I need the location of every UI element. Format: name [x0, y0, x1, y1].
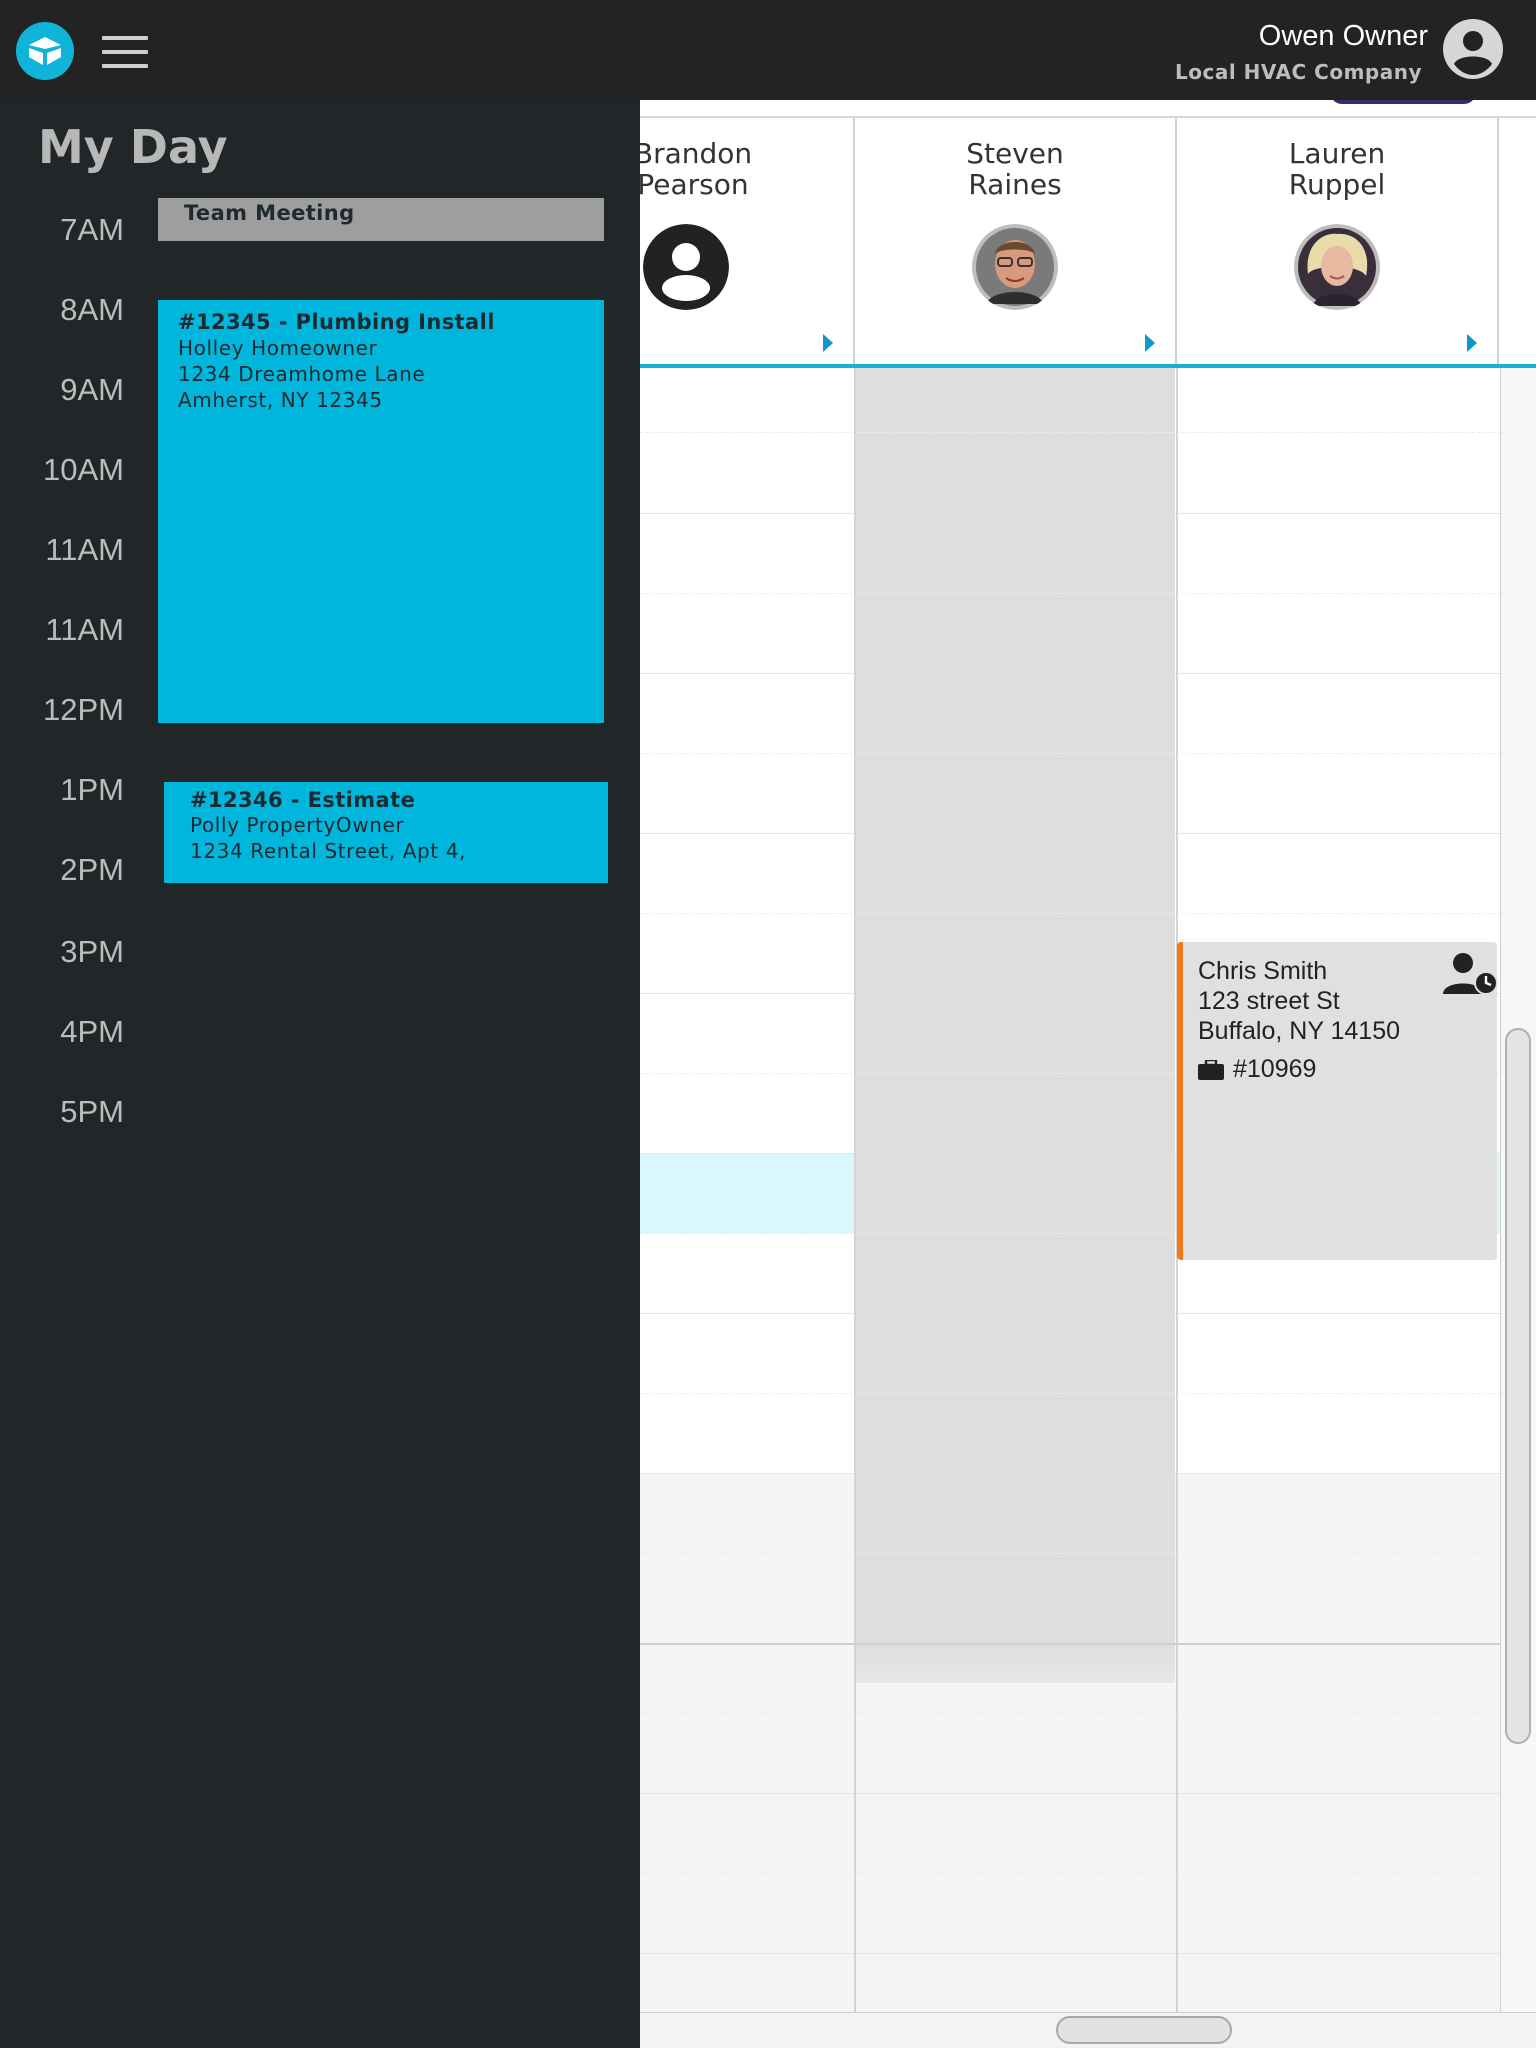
grid-line — [640, 1473, 1500, 1474]
grid-line — [640, 513, 1500, 514]
briefcase-icon — [1198, 1060, 1224, 1080]
event-address: 1234 Rental Street, Apt 4, — [190, 839, 466, 863]
user-name[interactable]: Owen Owner — [1259, 20, 1428, 53]
time-label: 7AM — [60, 212, 124, 247]
event-title: #12345 - Plumbing Install — [178, 310, 495, 334]
time-label: 8AM — [60, 292, 124, 327]
event-customer: Holley Homeowner — [178, 336, 378, 360]
time-label: 9AM — [60, 372, 124, 407]
grid-line — [640, 673, 1500, 674]
technician-photo-lauren — [1294, 224, 1380, 310]
time-label: 10AM — [43, 452, 124, 487]
company-name: Local HVAC Company — [1175, 60, 1422, 84]
vertical-scrollbar-thumb[interactable] — [1505, 1028, 1531, 1744]
time-label: 12PM — [43, 692, 124, 727]
unavailable-fade — [855, 1643, 1175, 1683]
header-action-pill[interactable] — [1330, 100, 1476, 104]
event-plumbing-install[interactable]: #12345 - Plumbing Install Holley Homeown… — [158, 300, 604, 723]
time-label: 11AM — [45, 532, 124, 567]
event-city: Amherst, NY 12345 — [178, 388, 383, 412]
appointment-job-number: #10969 — [1233, 1055, 1317, 1083]
technician-column-lauren[interactable]: Lauren Ruppel — [1177, 118, 1499, 368]
time-grid: Chris Smith 123 street St Buffalo, NY 14… — [640, 368, 1536, 2048]
dispatch-schedule: Brandon Pearson Steven Raines Lauren Rup… — [640, 100, 1536, 2048]
panel-title: My Day — [38, 120, 228, 174]
grid-line — [640, 593, 1500, 594]
unavailable-block-steven — [855, 368, 1175, 1643]
time-label: 5PM — [60, 1094, 124, 1129]
appointment-street: 123 street St — [1198, 987, 1340, 1015]
hamburger-menu-icon[interactable] — [102, 34, 150, 70]
time-label: 2PM — [60, 852, 124, 887]
technician-header-row: Brandon Pearson Steven Raines Lauren Rup… — [640, 116, 1536, 368]
grid-line — [640, 1313, 1500, 1314]
column-expand-arrow-icon[interactable] — [1145, 334, 1155, 352]
technician-column-brandon[interactable]: Brandon Pearson — [640, 118, 855, 368]
grid-line — [640, 1793, 1500, 1794]
grid-line — [640, 1713, 1500, 1714]
event-title: #12346 - Estimate — [190, 788, 416, 812]
grid-line — [640, 1393, 1500, 1394]
technician-name: Steven Raines — [966, 137, 1064, 201]
person-clock-icon[interactable] — [1443, 952, 1499, 996]
grid-line — [640, 432, 1500, 433]
time-label: 1PM — [60, 772, 124, 807]
schedule-section-divider — [640, 1643, 1536, 1645]
brand-logo-icon[interactable] — [16, 22, 74, 80]
time-label: 11AM — [45, 612, 124, 647]
technician-column-steven[interactable]: Steven Raines — [855, 118, 1177, 368]
event-team-meeting[interactable]: Team Meeting — [158, 198, 604, 241]
grid-line — [640, 753, 1500, 754]
technician-name: Lauren Ruppel — [1288, 137, 1386, 201]
column-expand-arrow-icon[interactable] — [823, 334, 833, 352]
time-label: 4PM — [60, 1014, 124, 1049]
time-label: 3PM — [60, 934, 124, 969]
grid-line — [640, 913, 1500, 914]
horizontal-scrollbar-thumb[interactable] — [1056, 2016, 1232, 2044]
default-user-icon — [643, 224, 729, 310]
technician-name: Brandon Pearson — [640, 137, 753, 201]
column-expand-arrow-icon[interactable] — [1467, 334, 1477, 352]
grid-line — [640, 833, 1500, 834]
event-customer: Polly PropertyOwner — [190, 813, 405, 837]
appointment-city: Buffalo, NY 14150 — [1198, 1017, 1401, 1045]
account-circle-icon[interactable] — [1442, 18, 1504, 80]
my-day-panel: My Day 7AM 8AM 9AM 10AM 11AM 11AM 12PM 1… — [0, 100, 640, 2048]
grid-line — [640, 1873, 1500, 1874]
appointment-customer: Chris Smith — [1198, 957, 1328, 985]
event-title: Team Meeting — [184, 201, 355, 225]
top-bar: Owen Owner Local HVAC Company — [0, 0, 1536, 100]
event-estimate[interactable]: #12346 - Estimate Polly PropertyOwner 12… — [164, 782, 608, 883]
grid-line — [640, 1953, 1500, 1954]
technician-photo-steven — [972, 224, 1058, 310]
appointment-card[interactable]: Chris Smith 123 street St Buffalo, NY 14… — [1177, 942, 1499, 1260]
grid-line — [640, 1553, 1500, 1554]
column-divider — [854, 368, 856, 2048]
event-address: 1234 Dreamhome Lane — [178, 362, 426, 386]
